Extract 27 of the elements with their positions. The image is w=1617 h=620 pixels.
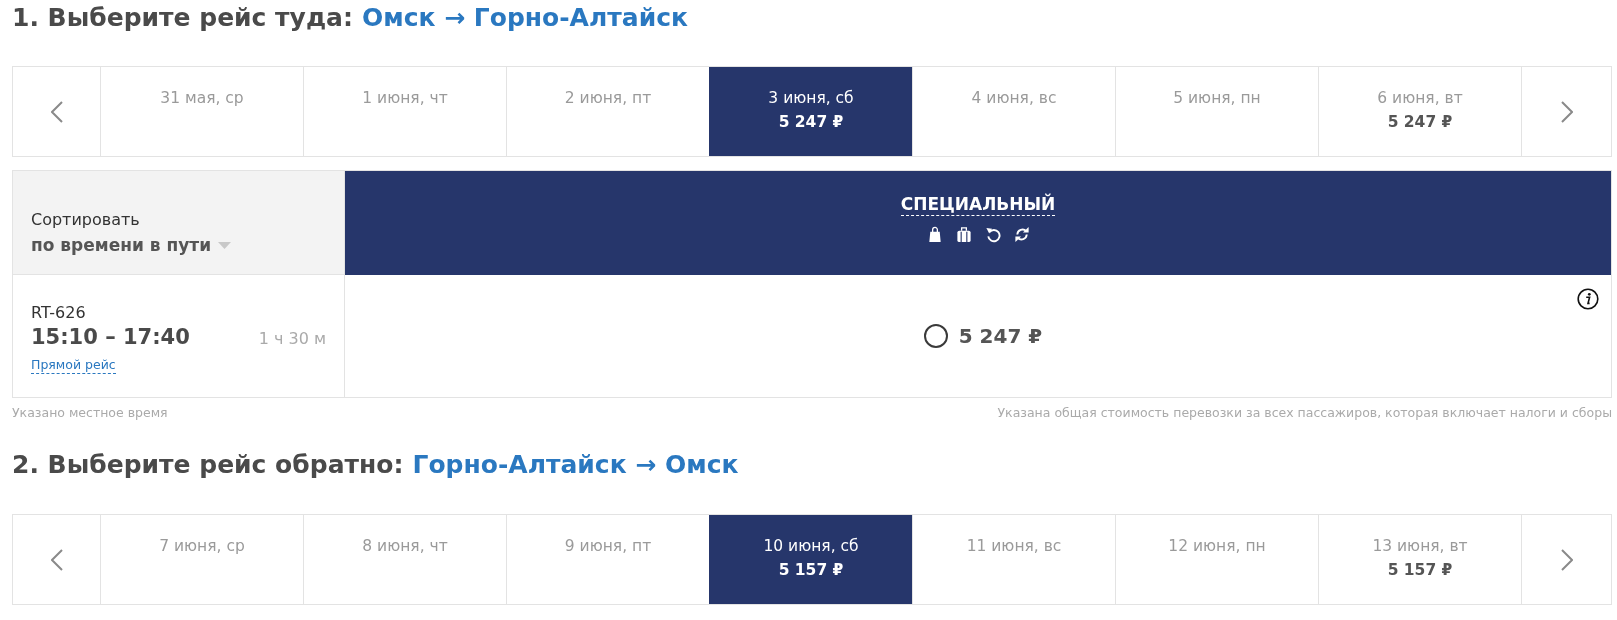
chevron-left-icon bbox=[50, 100, 63, 123]
fare-price: 5 247 ₽ bbox=[958, 323, 1043, 350]
direct-flight-link[interactable]: Прямой рейс bbox=[31, 357, 116, 374]
fare-name[interactable]: СПЕЦИАЛЬНЫЙ bbox=[900, 193, 1056, 216]
chevron-right-icon bbox=[1560, 548, 1573, 571]
sort-dropdown[interactable]: по времени в пути bbox=[31, 232, 232, 258]
date-tab[interactable]: 10 июня, сб 5 157 ₽ bbox=[709, 515, 912, 604]
flight-duration: 1 ч 30 м bbox=[258, 328, 326, 350]
route-link[interactable]: Омск → Горно-Алтайск bbox=[361, 1, 688, 35]
chevron-right-icon bbox=[1560, 100, 1573, 123]
date-tab[interactable]: 3 июня, сб 5 247 ₽ bbox=[709, 67, 912, 156]
local-time-note: Указано местное время bbox=[12, 404, 168, 422]
flight-number: RT-626 bbox=[31, 303, 87, 323]
sort-label: Сортировать bbox=[31, 209, 141, 231]
counterclockwise-arrow-icon bbox=[984, 226, 1001, 243]
caret-icon bbox=[218, 241, 232, 249]
circular-arrows-icon bbox=[1013, 226, 1030, 243]
section-heading: 2. Выберите рейс обратно: bbox=[12, 449, 404, 481]
route-link[interactable]: Горно-Алтайск → Омск bbox=[412, 448, 739, 482]
suitcase-icon bbox=[955, 226, 972, 243]
section-heading: 1. Выберите рейс туда: bbox=[12, 2, 353, 34]
chevron-left-icon bbox=[50, 548, 63, 571]
shopping-bag-icon bbox=[926, 226, 943, 243]
radio-button[interactable] bbox=[923, 324, 948, 348]
info-icon[interactable] bbox=[1577, 288, 1599, 310]
total-price-note: Указана общая стоимость перевозки за всех пассажиров, которая включает налоги и сборы bbox=[997, 404, 1612, 422]
flight-time: 15:10 – 17:40 bbox=[31, 324, 190, 351]
